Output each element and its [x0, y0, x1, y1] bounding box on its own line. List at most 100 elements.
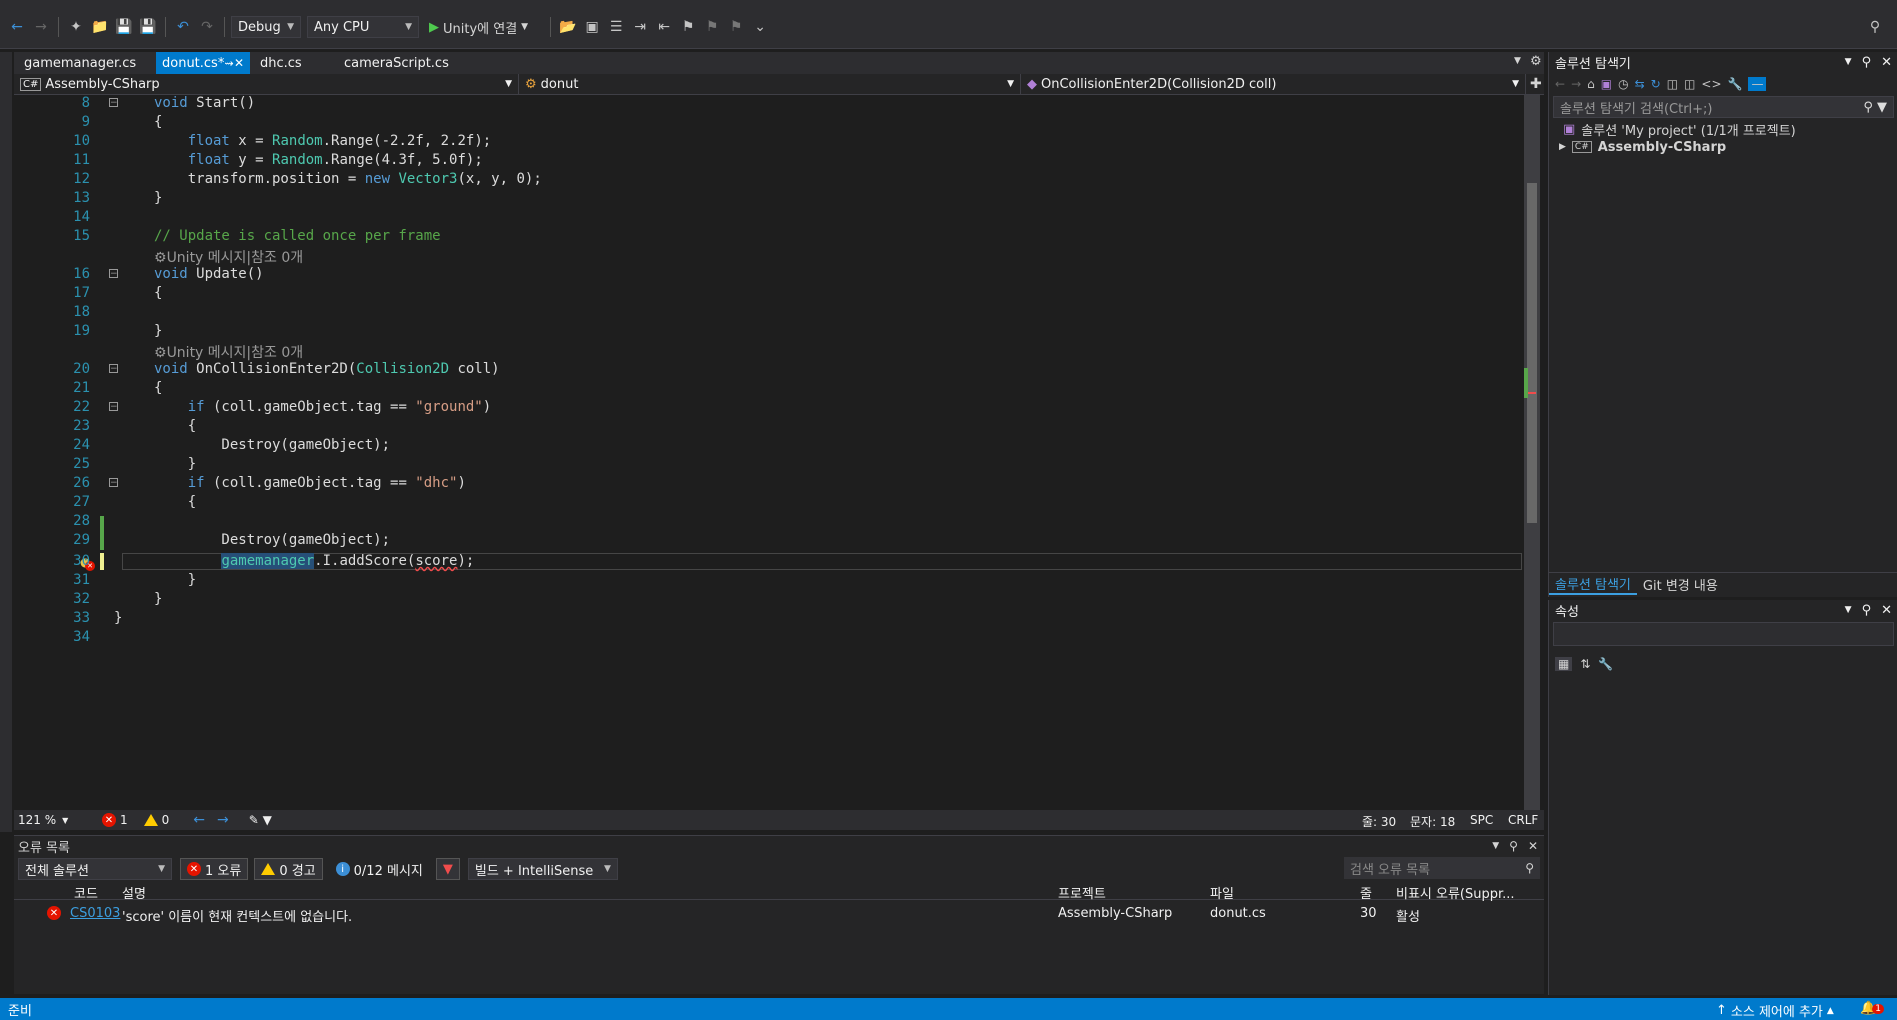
messages-filter-button[interactable]: i 0/12 메시지 — [329, 858, 430, 880]
open-file-icon[interactable]: 📁 — [89, 16, 111, 38]
solution-node[interactable]: ▣ 솔루션 'My project' (1/1개 프로젝트) — [1549, 120, 1897, 139]
error-count[interactable]: ✕ 1 — [102, 813, 128, 827]
arrow-left-icon[interactable]: ← — [193, 812, 205, 828]
zoom-dropdown[interactable]: 121 % ▼ — [14, 813, 88, 827]
categorized-icon[interactable]: ▦ — [1555, 657, 1573, 671]
member-dropdown[interactable]: ◆ OnCollisionEnter2D(Collision2D coll) ▼ — [1021, 74, 1526, 94]
fold-toggle-icon[interactable]: − — [109, 478, 118, 488]
dropdown-icon[interactable]: ▼ — [1492, 841, 1499, 851]
project-node[interactable]: ▶ C# Assembly-CSharp — [1549, 138, 1897, 156]
bookmark-next-icon[interactable]: ⚑ — [701, 16, 723, 38]
codelens-hint[interactable]: ⚙Unity 메시지|참조 0개 — [154, 247, 303, 267]
bookmark-prev-icon[interactable]: ⚑ — [725, 16, 747, 38]
new-project-icon[interactable]: ✦ — [65, 16, 87, 38]
pin-icon[interactable]: ⇝ — [225, 57, 234, 70]
tab-dhc[interactable]: dhc.cs — [250, 52, 334, 74]
fold-toggle-icon[interactable]: − — [109, 402, 118, 412]
pin-icon[interactable]: ⚲ — [1862, 603, 1872, 618]
save-icon[interactable]: 💾 — [113, 16, 135, 38]
tab-donut[interactable]: donut.cs* ⇝ ✕ — [156, 52, 250, 74]
error-search-input[interactable]: 검색 오류 목록 ⚲ — [1344, 857, 1540, 879]
fold-toggle-icon[interactable]: − — [109, 269, 118, 279]
show-all-files-icon[interactable]: ◫ — [1684, 77, 1695, 91]
scope-dropdown[interactable]: 전체 솔루션 ▼ — [18, 858, 172, 880]
split-icon[interactable]: ✚ — [1530, 76, 1542, 92]
toolbar-overflow-icon[interactable]: ⌄ — [749, 16, 771, 38]
collapse-all-icon[interactable]: ◫ — [1667, 77, 1678, 91]
header-project[interactable]: 프로젝트 — [1058, 883, 1106, 902]
code-editor[interactable]: ● ✕ 8 9 10 11 12 13 14 15 16 17 18 19 20… — [14, 95, 1524, 810]
home-icon[interactable]: ⌂ — [1587, 77, 1595, 91]
close-icon[interactable]: ✕ — [234, 56, 244, 70]
redo-icon[interactable]: ↷ — [196, 16, 218, 38]
warnings-filter-button[interactable]: 0 경고 — [254, 858, 323, 880]
screenshot-icon[interactable]: ▣ — [581, 16, 603, 38]
scrollbar-thumb[interactable] — [1527, 183, 1537, 523]
errors-filter-button[interactable]: ✕ 1 오류 — [180, 858, 249, 880]
config-dropdown[interactable]: Debug ▼ — [231, 16, 301, 38]
dropdown-icon[interactable]: ▼ — [1845, 57, 1852, 67]
left-tool-strip[interactable] — [0, 52, 12, 832]
platform-dropdown[interactable]: Any CPU ▼ — [307, 16, 419, 38]
tab-gamemanager[interactable]: gamemanager.cs — [14, 52, 156, 74]
forward-icon[interactable]: → — [1571, 77, 1581, 91]
sync-icon[interactable]: ⇆ — [1635, 77, 1645, 91]
header-line[interactable]: 줄 — [1360, 883, 1372, 902]
properties-icon[interactable]: 🔧 — [1728, 77, 1743, 91]
outdent-icon[interactable]: ⇤ — [653, 16, 675, 38]
alphabetical-icon[interactable]: ⇅ — [1580, 657, 1590, 671]
line-ending[interactable]: CRLF — [1508, 813, 1538, 827]
fold-toggle-icon[interactable]: − — [109, 98, 118, 108]
build-filter-value: 빌드 + IntelliSense — [474, 863, 594, 879]
build-filter-dropdown[interactable]: 빌드 + IntelliSense ▼ — [467, 858, 618, 880]
whitespace-mode[interactable]: SPC — [1470, 813, 1493, 827]
warning-count[interactable]: 0 — [143, 813, 169, 827]
cleanup-icon[interactable]: ✎ ▼ — [249, 813, 272, 827]
history-icon[interactable]: ◷ — [1618, 77, 1628, 91]
notifications-button[interactable]: 🔔 1 — [1860, 1001, 1884, 1016]
fold-toggle-icon[interactable]: − — [109, 364, 118, 374]
solution-search-input[interactable]: 솔루션 탐색기 검색(Ctrl+;) ⚲ ▼ — [1553, 96, 1894, 118]
codelens-hint[interactable]: ⚙Unity 메시지|참조 0개 — [154, 342, 303, 362]
property-pages-icon[interactable]: 🔧 — [1598, 657, 1613, 671]
view-code-icon[interactable]: <> — [1701, 77, 1721, 91]
close-icon[interactable]: ✕ — [1881, 603, 1892, 618]
properties-object-dropdown[interactable] — [1553, 622, 1894, 646]
project-dropdown[interactable]: C# Assembly-CSharp ▼ — [14, 74, 519, 94]
pin-icon[interactable]: ⚲ — [1864, 16, 1886, 38]
folder-icon[interactable]: 📂 — [557, 16, 579, 38]
error-code-link[interactable]: CS0103 — [70, 906, 120, 921]
close-icon[interactable]: ✕ — [1528, 839, 1538, 853]
header-suppression[interactable]: 비표시 오류(Suppr... — [1396, 883, 1515, 902]
gear-icon[interactable]: ⚙ — [1530, 54, 1542, 69]
pin-icon[interactable]: ⚲ — [1509, 839, 1518, 853]
switch-views-icon[interactable]: ▣ — [1601, 77, 1612, 91]
indent-icon[interactable]: ⇥ — [629, 16, 651, 38]
add-source-control-button[interactable]: ↑ 소스 제어에 추가 ▲ — [1716, 1001, 1834, 1020]
bookmark-icon[interactable]: ⚑ — [677, 16, 699, 38]
close-icon[interactable]: ✕ — [1881, 55, 1892, 70]
filter-toggle-button[interactable]: ▼ — [435, 858, 460, 880]
save-all-icon[interactable]: 💾 — [137, 16, 159, 38]
run-button[interactable]: ▶ Unity에 연결 ▼ — [429, 18, 528, 37]
header-description[interactable]: 설명 — [122, 883, 146, 902]
tab-solution-explorer[interactable]: 솔루션 탐색기 — [1549, 574, 1637, 595]
undo-icon[interactable]: ↶ — [172, 16, 194, 38]
project-label: Assembly-CSharp — [1597, 139, 1727, 155]
back-icon[interactable]: ← — [1555, 77, 1565, 91]
tab-camerascript[interactable]: cameraScript.cs — [334, 52, 464, 74]
preview-icon[interactable]: — — [1748, 77, 1767, 91]
arrow-right-icon[interactable]: → — [217, 812, 229, 828]
refresh-icon[interactable]: ↻ — [1651, 77, 1661, 91]
forward-icon[interactable]: → — [30, 16, 52, 38]
tab-overflow-icon[interactable]: ▼ — [1514, 56, 1521, 66]
header-file[interactable]: 파일 — [1210, 883, 1234, 902]
back-icon[interactable]: ← — [6, 16, 28, 38]
header-code[interactable]: 코드 — [74, 883, 98, 902]
pin-icon[interactable]: ⚲ — [1862, 55, 1872, 70]
dropdown-icon[interactable]: ▼ — [1845, 605, 1852, 615]
class-dropdown[interactable]: ⚙ donut ▼ — [519, 74, 1021, 94]
tab-git-changes[interactable]: Git 변경 내용 — [1637, 575, 1724, 594]
expand-arrow-icon[interactable]: ▶ — [1559, 142, 1566, 152]
align-icon[interactable]: ☰ — [605, 16, 627, 38]
